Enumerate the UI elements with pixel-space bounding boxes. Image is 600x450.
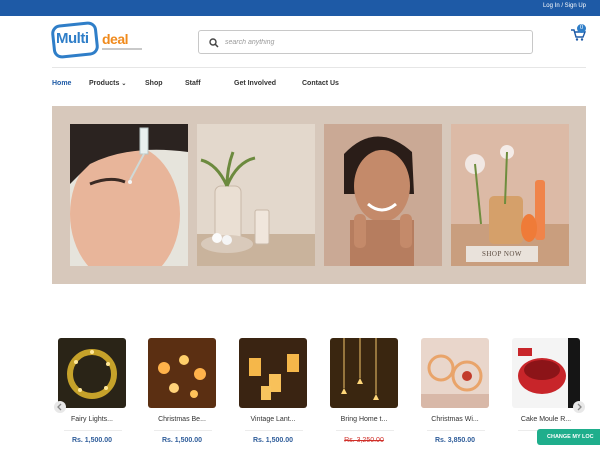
product-carousel: Fairy Lights... Rs. 1,500.00 Christmas B… (52, 338, 586, 450)
logo-text-deal: deal (102, 31, 129, 47)
cart-button[interactable]: 0 (570, 24, 590, 42)
header-divider (52, 67, 586, 68)
carousel-prev-button[interactable] (54, 401, 66, 413)
product-card[interactable]: Christmas Be... Rs. 1,500.00 (142, 338, 216, 450)
product-price: Rs. 1,500.00 (161, 437, 203, 444)
product-name[interactable]: Christmas Wi... (415, 416, 495, 423)
product-image-fairy-lights[interactable] (58, 338, 126, 408)
product-divider (245, 430, 303, 431)
product-card[interactable]: Vintage Lant... Rs. 1,500.00 (233, 338, 307, 450)
product-price: Rs. 3,250.00 (344, 437, 384, 444)
banner-image-flowers-shop: SHOP NOW (451, 124, 569, 266)
search-icon[interactable] (208, 36, 220, 48)
product-price: Rs. 1,500.00 (252, 437, 294, 444)
product-name[interactable]: Christmas Be... (142, 416, 222, 423)
nav-home[interactable]: Home (52, 80, 71, 87)
nav-products[interactable]: Products ⌄ (89, 80, 126, 87)
product-divider (154, 430, 212, 431)
product-name[interactable]: Fairy Lights... (52, 416, 132, 423)
product-name[interactable]: Vintage Lant... (233, 416, 313, 423)
product-card[interactable]: Christmas Wi... Rs. 3,850.00 (415, 338, 489, 450)
product-image-christmas-bells[interactable] (148, 338, 216, 408)
product-name[interactable]: Bring Home t... (324, 416, 404, 423)
product-image-christmas-window[interactable] (421, 338, 489, 408)
nav-contact-us[interactable]: Contact Us (302, 80, 339, 87)
carousel-next-button[interactable] (573, 401, 585, 413)
product-image-vintage-lanterns[interactable] (239, 338, 307, 408)
product-divider (427, 430, 485, 431)
product-image-cake-mould[interactable] (512, 338, 580, 408)
chevron-left-icon (57, 403, 62, 411)
product-card[interactable]: Fairy Lights... Rs. 1,500.00 (52, 338, 126, 450)
product-divider (64, 430, 122, 431)
site-logo[interactable]: Multi deal (50, 20, 142, 60)
hero-banner[interactable]: SHOP NOW (52, 106, 586, 284)
product-name[interactable]: Cake Moule R... (506, 416, 586, 423)
search-box[interactable] (198, 30, 533, 54)
shop-now-button[interactable]: SHOP NOW (466, 246, 538, 262)
chevron-down-icon: ⌄ (121, 81, 127, 87)
banner-image-products-plant (197, 124, 315, 266)
nav-staff[interactable]: Staff (185, 80, 201, 87)
product-card[interactable]: Bring Home t... Rs. 3,250.00 (324, 338, 398, 450)
chevron-right-icon (577, 403, 582, 411)
product-price: Rs. 1,500.00 (71, 437, 113, 444)
product-price: Rs. 3,850.00 (434, 437, 476, 444)
product-image-star-curtain-lights[interactable] (330, 338, 398, 408)
nav-products-label: Products (89, 80, 120, 87)
top-bar: Log In / Sign Up (0, 0, 600, 16)
product-divider (336, 430, 394, 431)
nav-get-involved[interactable]: Get Involved (234, 80, 276, 87)
logo-tagline (102, 48, 142, 50)
login-signup-link[interactable]: Log In / Sign Up (543, 3, 586, 9)
change-location-button[interactable]: CHANGE MY LOC (537, 429, 600, 445)
nav-shop[interactable]: Shop (145, 80, 163, 87)
search-input[interactable] (225, 35, 525, 50)
logo-text-multi: Multi (56, 30, 89, 47)
banner-image-serum-face (70, 124, 188, 266)
cart-count-badge: 0 (577, 24, 586, 33)
banner-image-woman-smiling (324, 124, 442, 266)
